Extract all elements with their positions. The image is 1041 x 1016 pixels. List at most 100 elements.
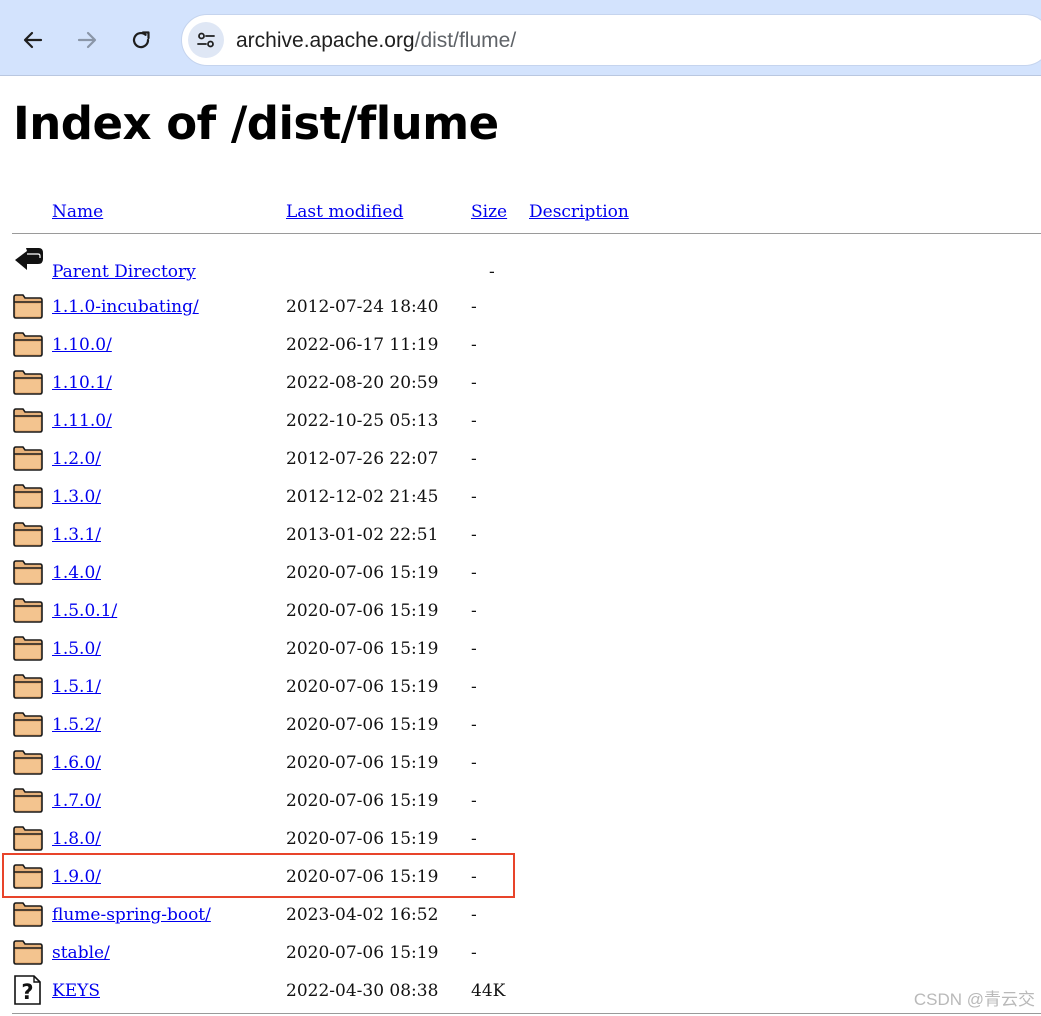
- sort-by-name-link[interactable]: Name: [52, 200, 103, 224]
- listing-row: 1.10.1/2022-08-20 20:59 -: [0, 367, 1041, 405]
- folder-icon: [13, 522, 43, 547]
- entry-size: -: [471, 943, 477, 963]
- entry-last-modified: 2022-08-20 20:59: [286, 373, 439, 393]
- folder-icon: [13, 902, 43, 927]
- entry-link[interactable]: stable/: [52, 941, 110, 965]
- entry-size: -: [471, 715, 477, 735]
- entry-link[interactable]: KEYS: [52, 979, 100, 1003]
- url-host: archive.apache.org: [236, 29, 415, 52]
- entry-link[interactable]: 1.11.0/: [52, 409, 112, 433]
- entry-link[interactable]: 1.3.1/: [52, 523, 101, 547]
- url-text[interactable]: archive.apache.org/dist/flume/: [236, 29, 516, 53]
- entry-last-modified: 2020-07-06 15:19: [286, 677, 439, 697]
- entry-link[interactable]: 1.10.0/: [52, 333, 112, 357]
- listing-row: 1.11.0/2022-10-25 05:13 -: [0, 405, 1041, 443]
- forward-button[interactable]: [69, 22, 105, 58]
- folder-icon: [13, 674, 43, 699]
- site-info-button[interactable]: [188, 22, 224, 58]
- entry-size: -: [471, 753, 477, 773]
- sort-by-size-link[interactable]: Size: [471, 200, 507, 224]
- folder-icon: [13, 940, 43, 965]
- entry-link[interactable]: 1.10.1/: [52, 371, 112, 395]
- folder-icon: [13, 750, 43, 775]
- folder-icon: [13, 408, 43, 433]
- entry-last-modified: 2012-12-02 21:45: [286, 487, 439, 507]
- listing-row: 1.3.0/2012-12-02 21:45 -: [0, 481, 1041, 519]
- entry-last-modified: 2022-10-25 05:13: [286, 411, 439, 431]
- parent-directory-row: Parent Directory -: [0, 245, 1041, 283]
- entry-link[interactable]: 1.5.1/: [52, 675, 101, 699]
- listing-row: 1.8.0/2020-07-06 15:19 -: [0, 823, 1041, 861]
- folder-icon: [13, 864, 43, 889]
- listing-row: 1.10.0/2022-06-17 11:19 -: [0, 329, 1041, 367]
- folder-icon: [13, 484, 43, 509]
- entry-link[interactable]: flume-spring-boot/: [52, 903, 211, 927]
- listing-row: 1.5.2/2020-07-06 15:19 -: [0, 709, 1041, 747]
- back-button[interactable]: [15, 22, 51, 58]
- entry-last-modified: 2020-07-06 15:19: [286, 943, 439, 963]
- listing-row: 1.7.0/2020-07-06 15:19 -: [0, 785, 1041, 823]
- arrow-right-icon: [77, 31, 97, 49]
- entry-link[interactable]: 1.5.0/: [52, 637, 101, 661]
- entry-link[interactable]: 1.8.0/: [52, 827, 101, 851]
- footer-divider: [12, 1013, 1041, 1014]
- tune-icon: [197, 32, 215, 48]
- header-divider: [12, 233, 1041, 234]
- listing-row: 1.5.0.1/2020-07-06 15:19 -: [0, 595, 1041, 633]
- address-bar[interactable]: archive.apache.org/dist/flume/: [181, 14, 1041, 66]
- reload-button[interactable]: [123, 22, 159, 58]
- page-title: Index of /dist/flume: [13, 97, 499, 150]
- listing-row: 1.5.1/2020-07-06 15:19 -: [0, 671, 1041, 709]
- folder-icon: [13, 826, 43, 851]
- entry-size: -: [471, 487, 477, 507]
- folder-icon: [13, 636, 43, 661]
- listing-row: 1.5.0/2020-07-06 15:19 -: [0, 633, 1041, 671]
- folder-icon: [13, 560, 43, 585]
- entry-link[interactable]: 1.7.0/: [52, 789, 101, 813]
- folder-icon: [13, 370, 43, 395]
- entry-size: -: [471, 449, 477, 469]
- listing-row: flume-spring-boot/2023-04-02 16:52 -: [0, 899, 1041, 937]
- entry-link[interactable]: 1.1.0-incubating/: [52, 295, 199, 319]
- entry-link[interactable]: 1.5.0.1/: [52, 599, 117, 623]
- entry-last-modified: 2022-04-30 08:38: [286, 981, 439, 1001]
- listing-row: stable/2020-07-06 15:19 -: [0, 937, 1041, 975]
- listing-row: 1.2.0/2012-07-26 22:07 -: [0, 443, 1041, 481]
- entry-link[interactable]: 1.2.0/: [52, 447, 101, 471]
- entry-last-modified: 2020-07-06 15:19: [286, 753, 439, 773]
- entry-link[interactable]: 1.9.0/: [52, 865, 101, 889]
- entry-size: -: [471, 601, 477, 621]
- sort-by-modified-link[interactable]: Last modified: [286, 200, 403, 224]
- folder-icon: [13, 446, 43, 471]
- listing-row: 1.9.0/2020-07-06 15:19 -: [0, 861, 1041, 899]
- sort-by-description-link[interactable]: Description: [529, 200, 629, 224]
- watermark: CSDN @青云交: [913, 990, 1035, 1009]
- listing-row: 1.6.0/2020-07-06 15:19 -: [0, 747, 1041, 785]
- browser-toolbar: archive.apache.org/dist/flume/: [0, 0, 1041, 76]
- parent-directory-link[interactable]: Parent Directory: [52, 260, 196, 284]
- listing-header: Name Last modified Size Description: [0, 200, 1041, 224]
- reload-icon: [132, 31, 150, 49]
- back-arrow-icon: [15, 248, 43, 270]
- entry-link[interactable]: 1.6.0/: [52, 751, 101, 775]
- entry-last-modified: 2020-07-06 15:19: [286, 791, 439, 811]
- entry-size: 44K: [471, 981, 506, 1001]
- unknown-file-icon: ?: [14, 975, 41, 1005]
- folder-icon: [13, 294, 43, 319]
- svg-text:?: ?: [21, 980, 33, 1004]
- entry-link[interactable]: 1.5.2/: [52, 713, 101, 737]
- entry-size: -: [471, 373, 477, 393]
- entry-link[interactable]: 1.3.0/: [52, 485, 101, 509]
- entry-link[interactable]: 1.4.0/: [52, 561, 101, 585]
- entry-size: -: [471, 411, 477, 431]
- entry-size: -: [471, 829, 477, 849]
- listing-row: 1.4.0/2020-07-06 15:19 -: [0, 557, 1041, 595]
- entry-last-modified: 2022-06-17 11:19: [286, 335, 439, 355]
- entry-last-modified: 2023-04-02 16:52: [286, 905, 439, 925]
- entry-size: -: [471, 335, 477, 355]
- listing-row: ? KEYS 2022-04-30 08:38 44K: [0, 975, 1041, 1013]
- arrow-left-icon: [23, 31, 43, 49]
- entry-last-modified: 2020-07-06 15:19: [286, 715, 439, 735]
- entry-last-modified: 2020-07-06 15:19: [286, 563, 439, 583]
- folder-icon: [13, 598, 43, 623]
